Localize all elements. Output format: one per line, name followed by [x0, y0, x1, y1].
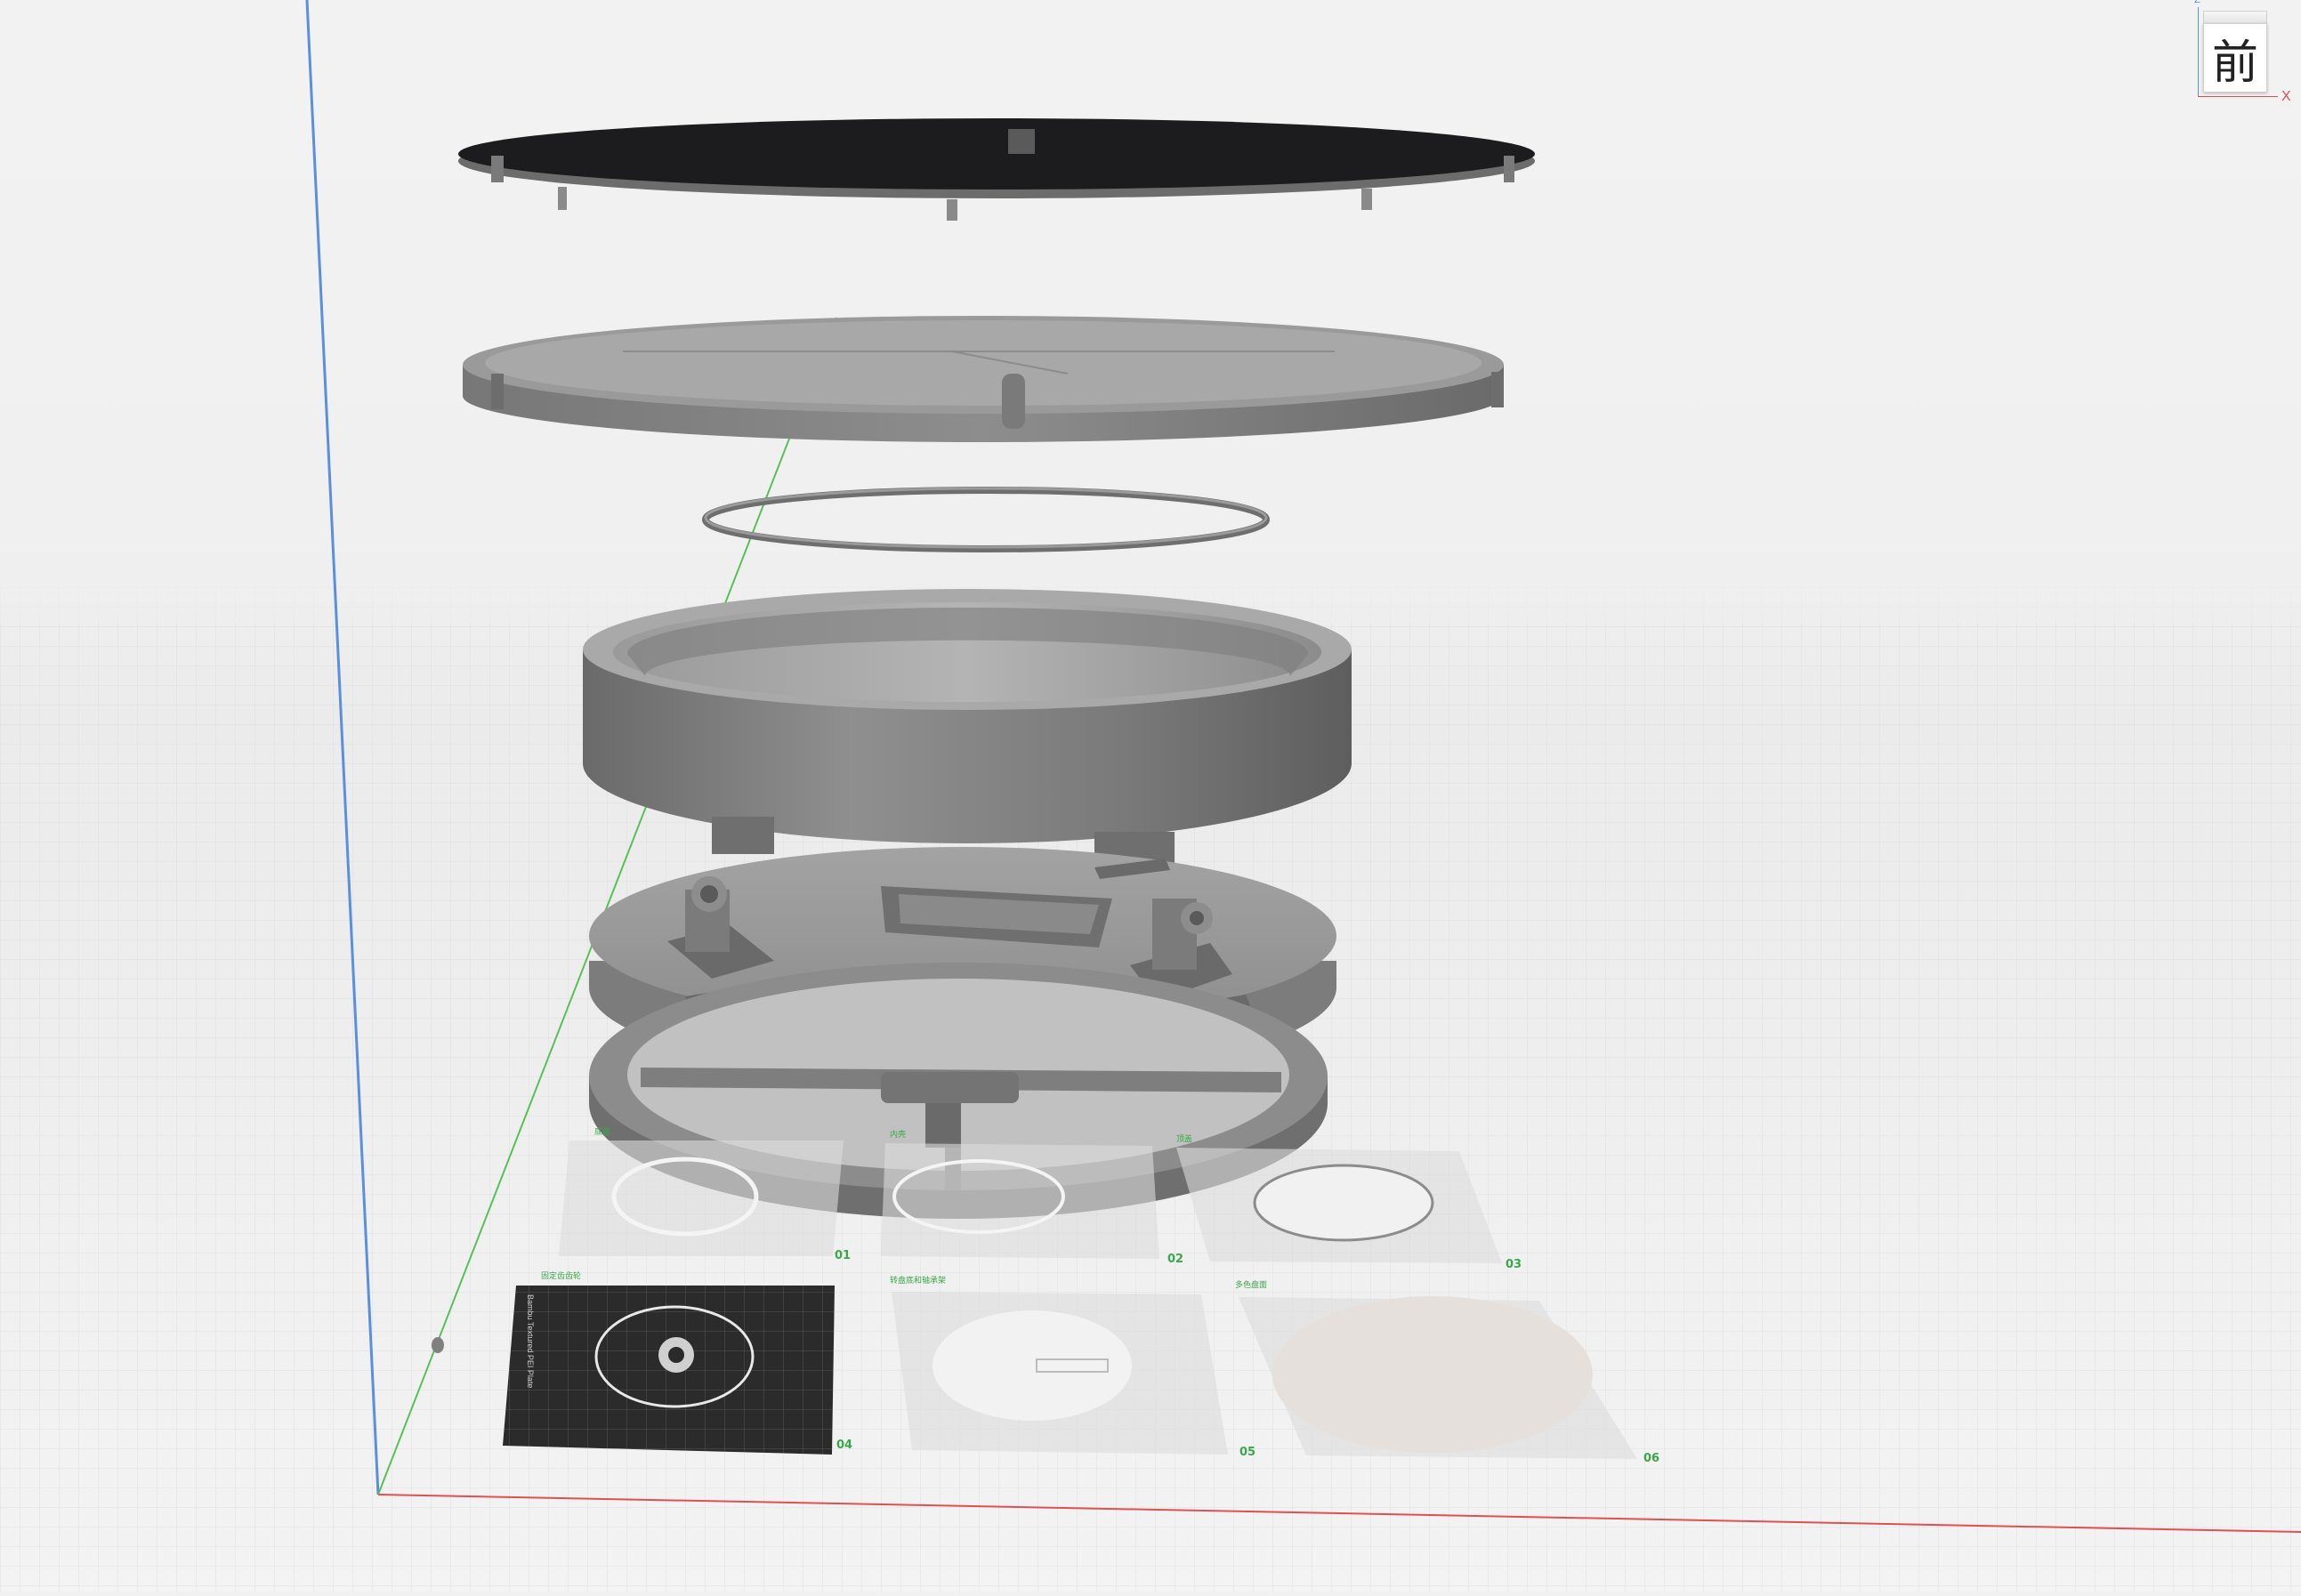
model-top-plate[interactable]: [463, 316, 1504, 442]
plate-04-type-label: Bambu Textured PEI Plate: [526, 1294, 535, 1388]
plate-01-name: 底座: [594, 1126, 610, 1137]
plate-06-number: 06: [1643, 1452, 1659, 1465]
plate-04-name: 固定齿齿轮: [541, 1270, 581, 1281]
plate-05-number: 05: [1239, 1446, 1255, 1459]
plate-01-number: 01: [835, 1249, 851, 1262]
plate-06-name: 多色盘面: [1235, 1279, 1267, 1290]
3d-viewport[interactable]: 底座 01 内壳 02 顶盖 03 Bambu Textured PEI Pla…: [0, 0, 2301, 1592]
plate-02[interactable]: 内壳 02: [881, 1129, 1183, 1266]
plate-05[interactable]: 转盘底和轴承架 05: [890, 1275, 1255, 1459]
plate-02-name: 内壳: [890, 1129, 906, 1140]
plate-04-number: 04: [836, 1439, 852, 1452]
origin-marker: [432, 1337, 444, 1353]
plate-03-number: 03: [1506, 1258, 1522, 1271]
view-cube-z-axis: [2198, 7, 2199, 96]
plate-04[interactable]: Bambu Textured PEI Plate 固定齿齿轮 04: [503, 1270, 852, 1455]
plate-01[interactable]: 底座 01: [559, 1126, 851, 1262]
view-cube-z-label: Z: [2194, 0, 2200, 5]
plate-05-name: 转盘底和轴承架: [890, 1275, 946, 1286]
view-cube-x-axis: [2198, 96, 2278, 97]
view-cube-front-face[interactable]: 前: [2203, 23, 2267, 93]
view-cube-x-label: X: [2281, 89, 2291, 104]
plate-03-name: 顶盖: [1176, 1133, 1192, 1144]
view-cube[interactable]: 前 X Z: [2182, 0, 2291, 107]
view-cube-top-face[interactable]: [2203, 11, 2267, 24]
plate-02-number: 02: [1167, 1253, 1183, 1266]
